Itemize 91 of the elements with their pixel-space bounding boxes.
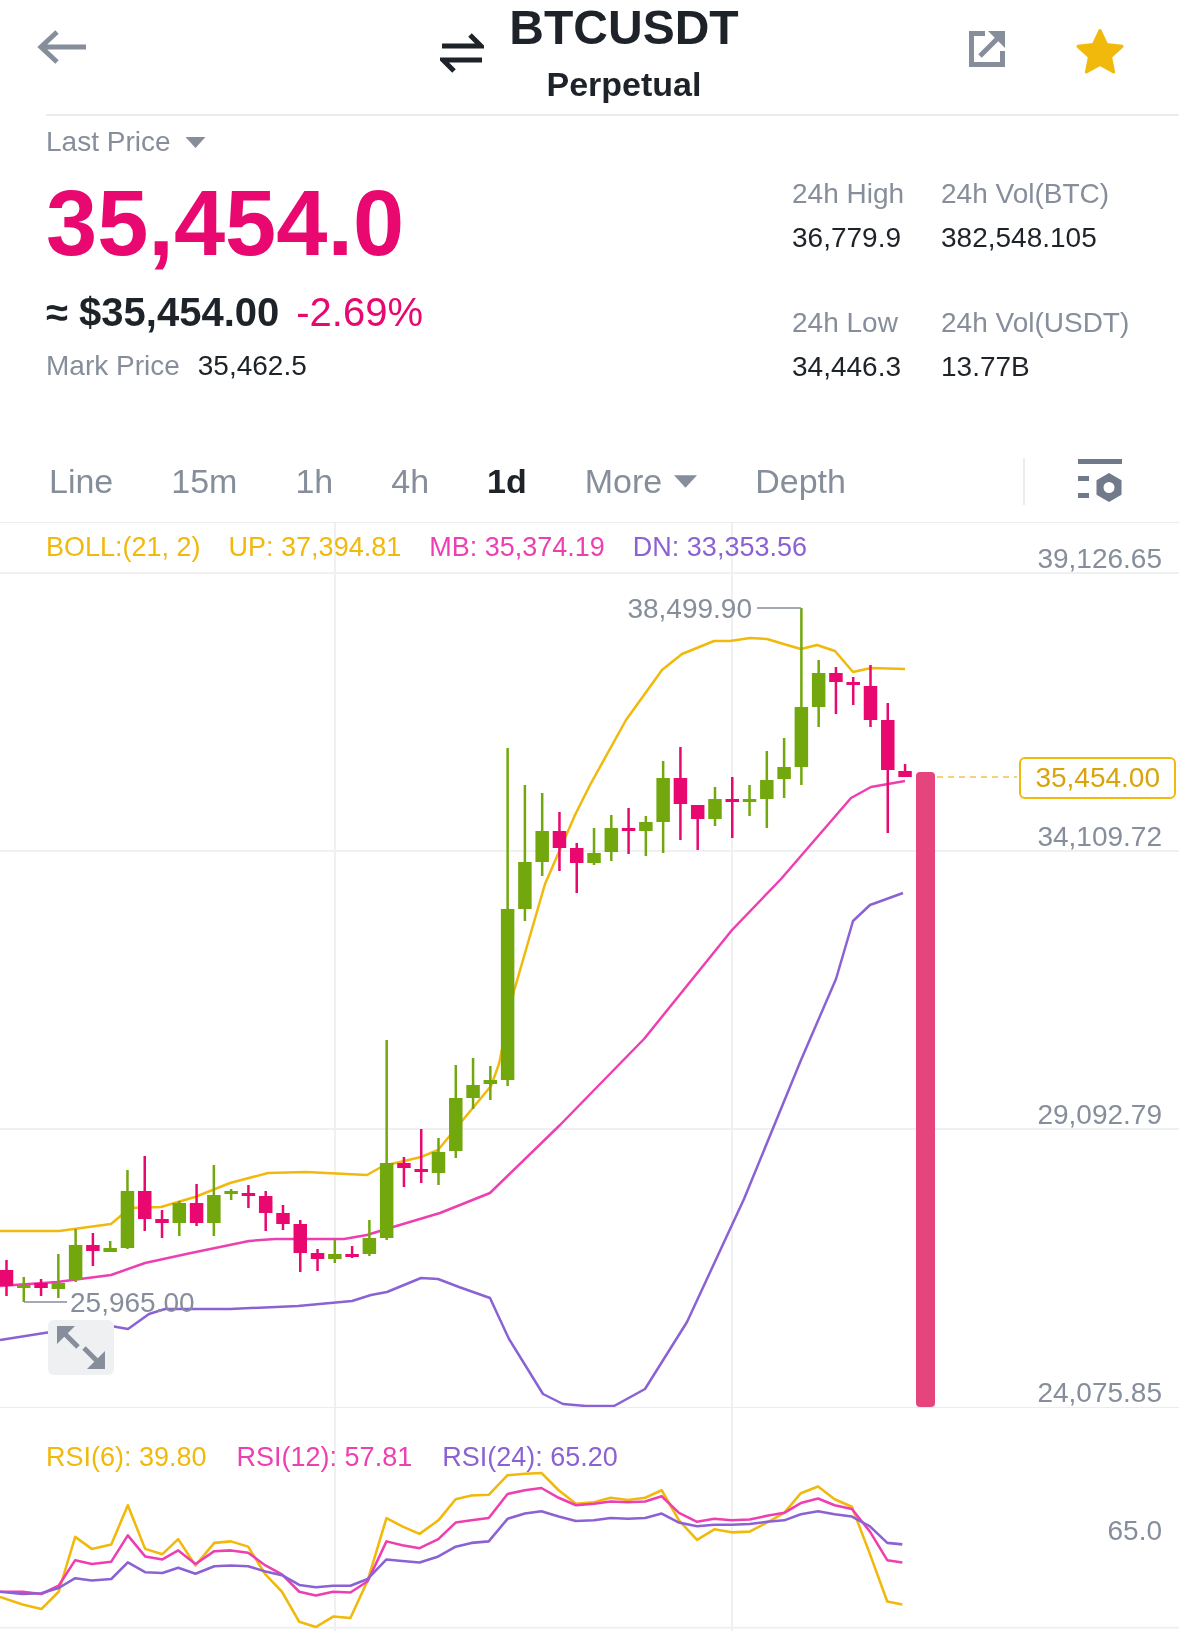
indicator-label: BOLL:(21, 2) xyxy=(46,532,201,562)
stat-label: 24h High xyxy=(792,178,906,210)
rising-candlestick xyxy=(207,1165,221,1236)
leader-line xyxy=(756,607,802,609)
falling-candlestick xyxy=(863,665,878,727)
usd-price: ≈ $35,454.00 xyxy=(46,290,280,334)
falling-candlestick xyxy=(241,1185,256,1208)
external-link-icon[interactable] xyxy=(967,29,1007,69)
falling-candlestick xyxy=(293,1220,307,1272)
mark-price-label: Mark Price xyxy=(46,350,180,382)
mark-price: 35,462.5 xyxy=(197,350,307,382)
falling-candlestick xyxy=(155,1210,169,1238)
stat-label: 24h Vol(USDT) xyxy=(941,307,1131,339)
last-price-label[interactable]: Last Price xyxy=(46,126,171,158)
stat-label: 24h Low xyxy=(792,307,899,339)
rising-candlestick xyxy=(431,1138,446,1185)
stat-value: 34,446.3 xyxy=(792,351,902,383)
falling-candlestick xyxy=(898,764,912,777)
falling-candlestick xyxy=(570,843,584,893)
price-axis-label: 34,109.72 xyxy=(1037,823,1162,851)
falling-candlestick xyxy=(621,808,636,854)
rising-candlestick xyxy=(587,828,601,865)
rsi-axis-label: 65.0 xyxy=(1107,1517,1162,1545)
rising-candlestick xyxy=(708,787,722,826)
low-price-label: 25,965.00 xyxy=(70,1289,195,1317)
stat-value: 36,779.9 xyxy=(792,222,902,254)
falling-candlestick xyxy=(0,1260,14,1296)
falling-candlestick xyxy=(846,677,860,705)
rising-candlestick xyxy=(604,815,619,861)
rising-candlestick xyxy=(172,1201,187,1236)
chart-tab[interactable]: Depth xyxy=(755,461,846,501)
falling-candlestick xyxy=(276,1205,290,1230)
falling-candlestick xyxy=(552,812,567,871)
price-axis-label: 29,092.79 xyxy=(1037,1101,1162,1129)
rising-candlestick xyxy=(103,1241,117,1252)
falling-candlestick xyxy=(310,1249,325,1271)
last-price-tag: 35,454.00 xyxy=(1019,757,1176,799)
rising-candlestick xyxy=(51,1254,66,1298)
expand-icon[interactable] xyxy=(48,1320,114,1375)
falling-candlestick xyxy=(345,1246,359,1258)
falling-candlestick xyxy=(189,1184,204,1226)
band-value: MB: 35,374.19 xyxy=(429,532,605,562)
chart-tab[interactable]: Line xyxy=(49,461,114,501)
high-price-label: 38,499.90 xyxy=(627,595,752,623)
rising-candlestick xyxy=(777,738,791,798)
swap-icon[interactable] xyxy=(440,31,485,73)
falling-candlestick xyxy=(414,1129,428,1183)
price-axis-label: 24,075.85 xyxy=(1037,1379,1162,1407)
back-button[interactable] xyxy=(36,29,88,65)
chart-tab[interactable]: 15m xyxy=(171,461,238,501)
rising-candlestick xyxy=(742,785,757,816)
caret-icon xyxy=(674,474,698,488)
contract-type: Perpetual xyxy=(546,64,702,104)
stat-value: 13.77B xyxy=(941,351,1031,383)
rising-candlestick xyxy=(68,1229,83,1282)
band-value: DN: 33,353.56 xyxy=(632,532,807,562)
chart-tab[interactable]: 4h xyxy=(391,461,430,501)
caret-icon xyxy=(184,136,206,148)
stat-value: 382,548.105 xyxy=(941,222,1098,254)
settings-icon xyxy=(1076,457,1124,505)
price-change: -2.69% xyxy=(296,290,423,334)
rsi-value: RSI(12): 57.81 xyxy=(236,1442,413,1472)
leader-line xyxy=(23,1301,68,1303)
symbol-title: BTCUSDT xyxy=(509,0,739,56)
settings-button[interactable] xyxy=(1076,457,1124,505)
falling-candlestick xyxy=(397,1157,411,1187)
stat-label: 24h Vol(BTC) xyxy=(941,178,1111,210)
last-price: 35,454.0 xyxy=(46,177,405,269)
falling-candlestick xyxy=(690,805,705,850)
rising-candlestick xyxy=(483,1066,498,1100)
falling-candlestick xyxy=(86,1233,100,1266)
price-axis-label: 39,126.65 xyxy=(1037,545,1162,573)
back-arrow-icon xyxy=(36,29,88,65)
rising-candlestick xyxy=(224,1189,238,1200)
rsi-value: RSI(6): 39.80 xyxy=(46,1442,207,1472)
band-value: UP: 37,394.81 xyxy=(228,532,402,562)
rising-candlestick xyxy=(362,1220,377,1256)
chart-tab[interactable]: More xyxy=(584,461,698,501)
rising-candlestick xyxy=(639,816,653,856)
falling-candlestick xyxy=(829,667,843,714)
star-icon[interactable] xyxy=(1076,29,1124,74)
rsi-value: RSI(24): 65.20 xyxy=(442,1442,618,1472)
falling-candlestick xyxy=(258,1191,273,1231)
rising-candlestick xyxy=(328,1240,342,1263)
falling-candlestick xyxy=(725,777,739,838)
falling-candlestick xyxy=(34,1279,48,1296)
rising-candlestick xyxy=(466,1058,480,1109)
rising-candlestick xyxy=(17,1277,31,1302)
rising-candlestick xyxy=(811,660,826,727)
chart-tab[interactable]: 1h xyxy=(295,461,334,501)
chart-tab[interactable]: 1d xyxy=(487,461,527,501)
